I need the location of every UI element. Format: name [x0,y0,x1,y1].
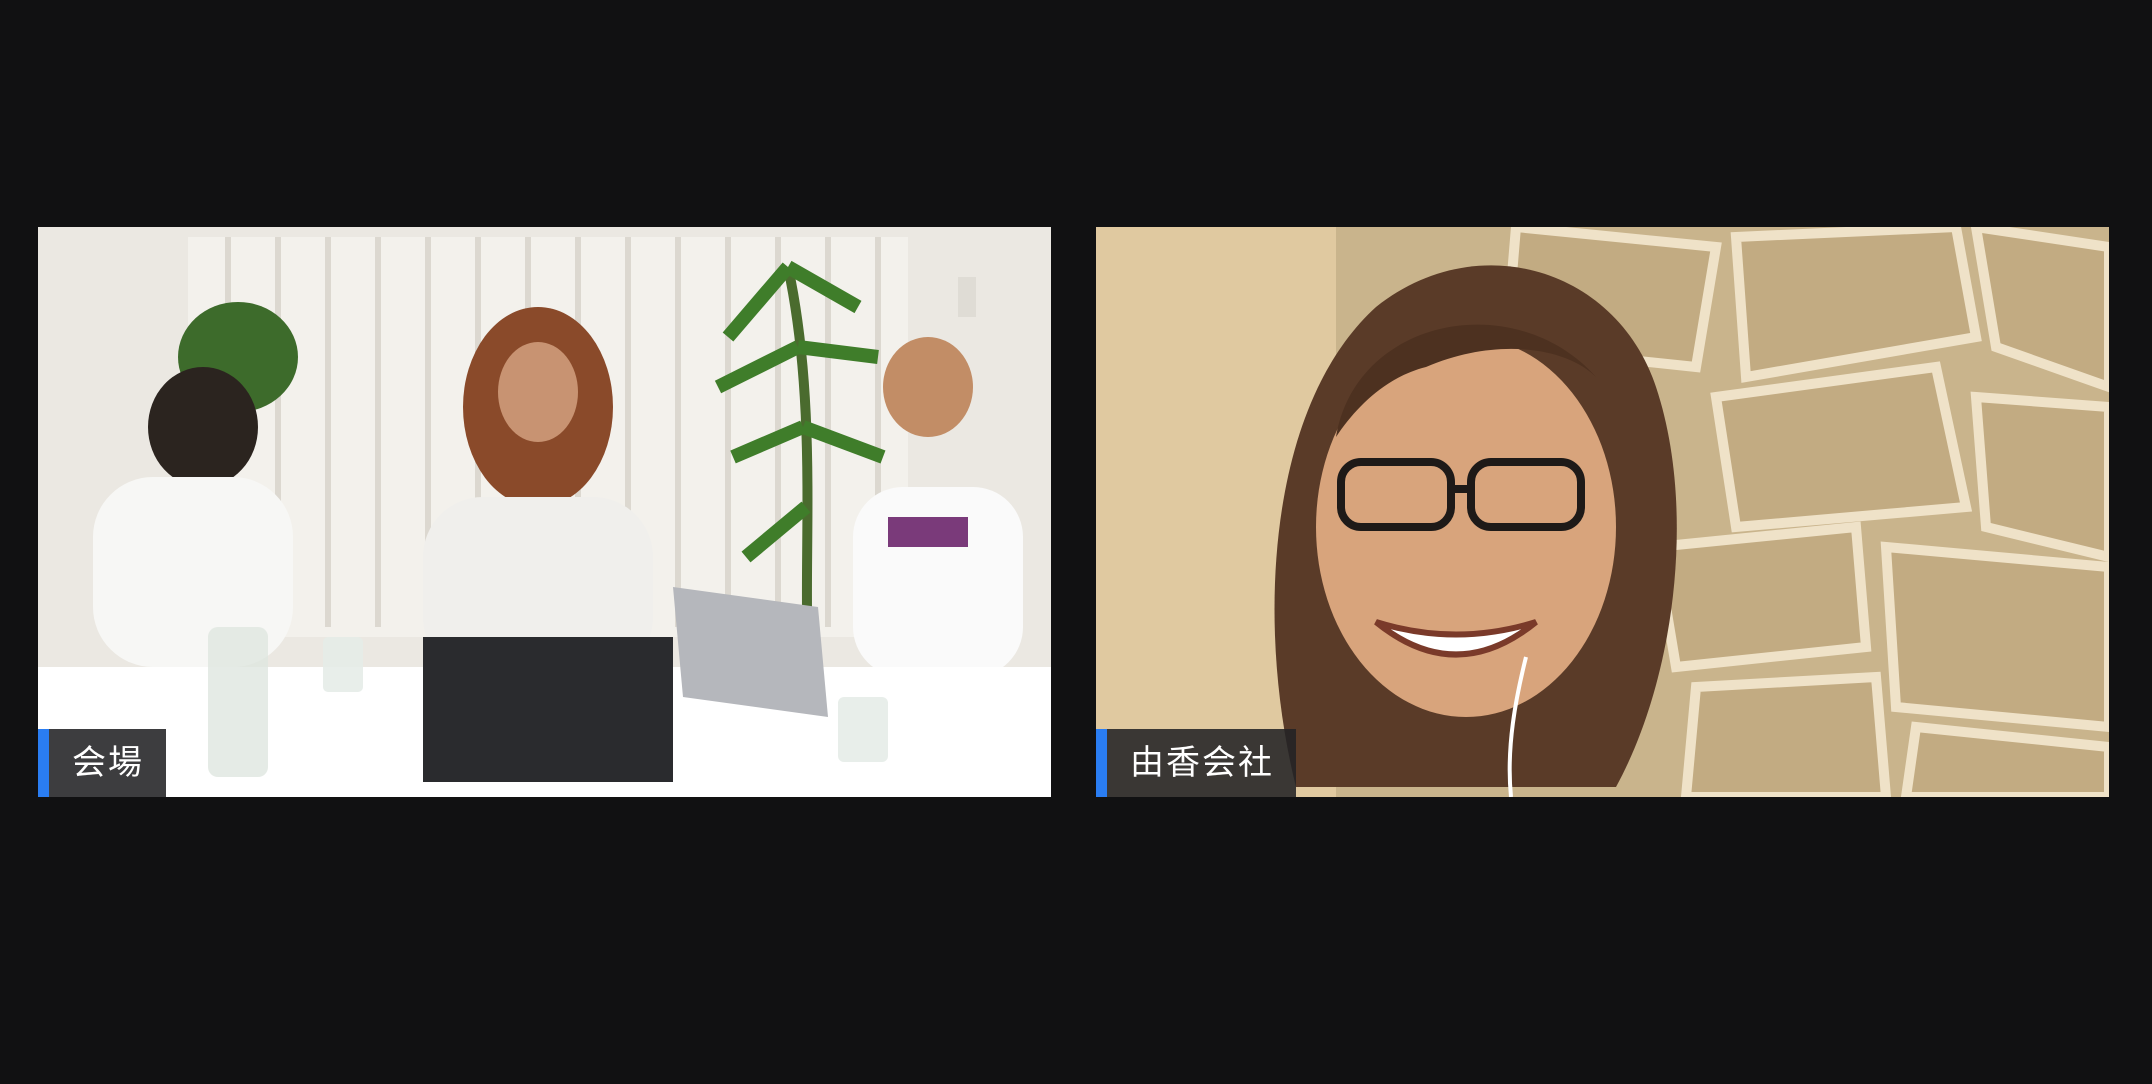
participant-name-label: 会場 [38,729,166,797]
venue-video-feed [38,227,1051,797]
video-call-gallery: 会場 由香会社 [0,0,2152,1084]
participant-name-label: 由香会社 [1096,729,1296,797]
remote-video-feed [1096,227,2109,797]
participant-video-tile[interactable]: 会場 [38,227,1051,797]
participant-video-tile[interactable]: 由香会社 [1096,227,2109,797]
